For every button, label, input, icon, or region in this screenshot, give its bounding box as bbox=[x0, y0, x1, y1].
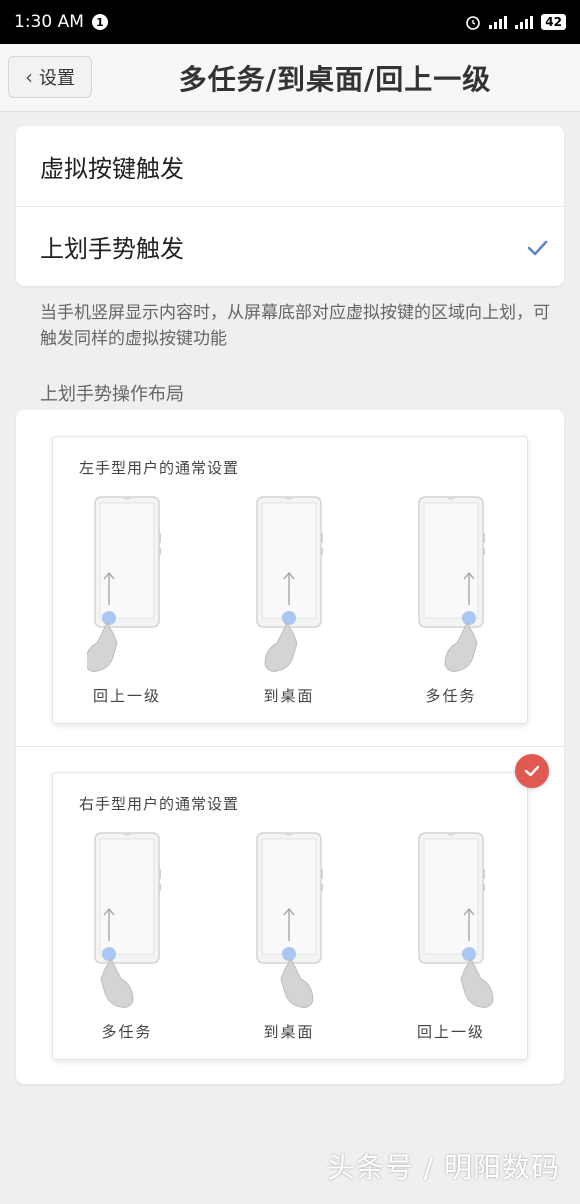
phone-label: 回上一级 bbox=[416, 1023, 485, 1041]
divider bbox=[16, 746, 564, 747]
signal-4g-icon bbox=[515, 15, 534, 29]
phone-illustration bbox=[256, 832, 323, 1008]
option-virtual-keys[interactable]: 虚拟按键触发 bbox=[16, 126, 564, 206]
selected-check-badge-icon bbox=[515, 754, 549, 788]
trigger-options-card: 虚拟按键触发 上划手势触发 bbox=[16, 126, 564, 286]
checkmark-icon bbox=[527, 240, 548, 256]
status-time: 1:30 AM bbox=[14, 12, 84, 32]
back-label: 设置 bbox=[39, 68, 75, 89]
phone-illustration bbox=[94, 832, 161, 1008]
alarm-icon bbox=[466, 16, 481, 30]
phone-illustration bbox=[418, 832, 494, 1008]
battery-icon: 42 bbox=[541, 14, 566, 30]
header-bar: ‹ 设置 多任务/到桌面/回上一级 bbox=[0, 44, 580, 112]
phone-label: 回上一级 bbox=[92, 687, 161, 705]
signal-icon bbox=[489, 15, 508, 29]
phone-illustration bbox=[418, 496, 485, 672]
option-swipe-gesture[interactable]: 上划手势触发 bbox=[16, 206, 564, 286]
option-label: 上划手势触发 bbox=[40, 235, 184, 263]
phone-label: 到桌面 bbox=[263, 687, 315, 705]
option-label: 虚拟按键触发 bbox=[40, 154, 184, 183]
phone-illustration bbox=[87, 496, 161, 672]
phone-label: 多任务 bbox=[425, 687, 477, 705]
phone-label: 多任务 bbox=[101, 1023, 153, 1041]
phone-illustration bbox=[256, 496, 323, 672]
layout-title: 右手型用户的通常设置 bbox=[79, 795, 240, 813]
notification-badge: 1 bbox=[91, 14, 108, 30]
phone-label: 到桌面 bbox=[263, 1023, 315, 1041]
back-button[interactable]: ‹ 设置 bbox=[8, 56, 92, 98]
layout-card: 左手型用户的通常设置 回上一级 到桌面 多任务 右手型用户的通常设置 多任务 到… bbox=[16, 410, 564, 1084]
watermark: 头条号 / 明阳数码 bbox=[326, 1151, 560, 1184]
layout-right-hand[interactable]: 右手型用户的通常设置 多任务 到桌面 回上一级 bbox=[52, 772, 528, 1060]
description-text: 当手机竖屏显示内容时，从屏幕底部对应虚拟按键的区域向上划，可触发同样的虚拟按键功… bbox=[40, 303, 550, 349]
layout-left-hand[interactable]: 左手型用户的通常设置 回上一级 到桌面 多任务 bbox=[52, 436, 528, 724]
chevron-left-icon: ‹ bbox=[25, 65, 33, 89]
layout-title: 左手型用户的通常设置 bbox=[79, 459, 240, 477]
status-bar: 1:30 AM 1 42 bbox=[0, 0, 580, 44]
section-label: 上划手势操作布局 bbox=[40, 384, 184, 405]
page-title: 多任务/到桌面/回上一级 bbox=[178, 63, 492, 96]
